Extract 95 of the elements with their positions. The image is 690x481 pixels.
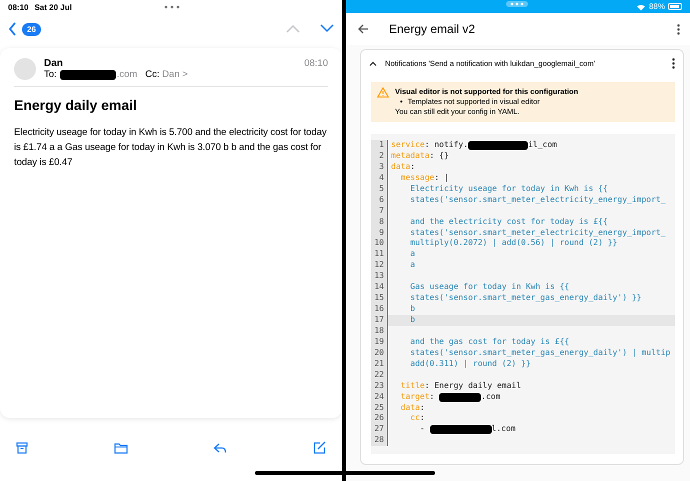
code-text: il_com <box>528 140 557 151</box>
yaml-key: data <box>391 162 410 173</box>
compose-icon[interactable] <box>312 441 326 454</box>
line-number: 4 <box>371 172 388 184</box>
line-number: 13 <box>371 271 388 282</box>
code-text: a <box>409 260 416 272</box>
redaction-mark <box>430 425 492 434</box>
code-text: - <box>418 424 426 436</box>
code-text: and the gas cost for today is £{{ <box>409 336 570 348</box>
line-number: 18 <box>371 326 388 337</box>
message-time: 08:10 <box>304 58 328 69</box>
line-number: 9 <box>371 228 388 238</box>
code-text: a <box>409 249 416 260</box>
code-text: b <box>409 304 416 316</box>
line-number: 20 <box>371 348 388 359</box>
message-body: Electricity useage for today in Kwh is 5.700 and the electricity cost for today is £1.74 a a Gas useage for today in Kwh is 3.070 b b and the gas cost for today is £0.47 <box>14 126 328 170</box>
archive-icon[interactable] <box>16 442 28 454</box>
line-number: 25 <box>371 402 388 414</box>
cc-recipient[interactable]: Dan <box>162 69 180 80</box>
more-options-icon[interactable] <box>672 58 675 68</box>
code-text: add(0.311) | round (2) }} <box>409 358 531 370</box>
line-number: 16 <box>371 304 388 315</box>
line-number: 15 <box>371 293 388 304</box>
code-text: states('sensor.smart_meter_electricity_energy_import_ <box>409 228 666 238</box>
line-number: 11 <box>371 249 388 260</box>
yaml-key: metadata <box>391 150 430 162</box>
battery-percentage: 88% <box>648 2 665 11</box>
collapse-chevron-icon[interactable] <box>369 60 377 66</box>
line-number: 5 <box>371 184 388 195</box>
line-number: 8 <box>371 216 388 228</box>
line-number: 6 <box>371 194 388 206</box>
multitasking-dots-icon[interactable] <box>509 1 525 7</box>
back-icon[interactable] <box>8 22 18 36</box>
code-text: : <box>420 402 425 414</box>
line-number: 21 <box>371 358 388 370</box>
line-number: 19 <box>371 336 388 348</box>
code-text: : <box>420 413 425 424</box>
code-text: b <box>409 315 416 326</box>
line-number: 12 <box>371 260 388 272</box>
code-text: : <box>430 392 436 403</box>
line-number: 1 <box>371 140 388 151</box>
redaction-mark <box>60 70 116 80</box>
yaml-key: title <box>391 380 425 392</box>
page-title: Energy email v2 <box>389 22 476 36</box>
back-arrow-icon[interactable] <box>358 24 369 34</box>
line-number: 22 <box>371 370 388 381</box>
wifi-icon <box>636 2 646 10</box>
yaml-key: message <box>391 172 434 184</box>
redaction-mark <box>439 392 482 402</box>
sender-name: Dan <box>44 58 64 69</box>
code-text: l.com <box>492 424 516 436</box>
code-text: states('sensor.smart_meter_gas_energy_daily') | multip <box>409 348 670 359</box>
line-number: 7 <box>371 206 388 217</box>
code-text: : notify. <box>424 140 468 151</box>
line-number: 10 <box>371 238 388 250</box>
line-number: 3 <box>371 162 388 173</box>
avatar <box>14 58 36 80</box>
line-number: 26 <box>371 413 388 424</box>
to-label: To: <box>44 69 57 80</box>
down-chevron-icon[interactable] <box>320 24 334 33</box>
line-number: 23 <box>371 380 388 392</box>
line-number: 27 <box>371 424 388 436</box>
code-text: states('sensor.smart_meter_electricity_energy_import_ <box>409 194 666 206</box>
multitasking-dots-icon[interactable] <box>164 5 180 9</box>
line-number: 24 <box>371 392 388 402</box>
code-text: and the electricity cost for today is £{{ <box>409 216 608 228</box>
code-text: .com <box>481 392 500 403</box>
code-text: Electricity useage for today in Kwh is {{ <box>409 184 608 195</box>
code-text: : {} <box>430 150 449 162</box>
code-text: : <box>410 162 416 173</box>
folder-icon[interactable] <box>114 442 128 454</box>
code-text: multiply(0.2072) | add(0.56) | round (2) }} <box>409 238 618 250</box>
status-date: Sat 20 Jul <box>34 2 72 12</box>
yaml-key: cc <box>391 413 420 424</box>
yaml-key: data <box>391 402 420 414</box>
code-text: states('sensor.smart_meter_gas_energy_daily') }} <box>409 293 642 304</box>
status-time: 08:10 <box>8 2 28 12</box>
yaml-key: target <box>391 392 430 403</box>
code-text: Gas useage for today in Kwh is {{ <box>409 282 570 294</box>
line-number: 2 <box>371 150 388 162</box>
code-text: : | <box>434 172 449 184</box>
cc-label: Cc: <box>145 69 160 80</box>
unread-count-badge: 26 <box>22 22 41 36</box>
recipient-address: .com <box>116 69 138 80</box>
more-options-icon[interactable] <box>677 24 680 34</box>
warning-icon <box>377 87 389 98</box>
message-subject: Energy daily email <box>14 97 138 113</box>
cc-chevron[interactable]: > <box>182 69 188 80</box>
line-number: 28 <box>371 435 388 446</box>
redaction-mark <box>468 140 528 150</box>
yaml-key: service <box>391 140 425 151</box>
reply-icon[interactable] <box>213 442 228 454</box>
code-text: : Energy daily email <box>424 380 522 392</box>
battery-icon <box>668 3 682 10</box>
line-number: 14 <box>371 282 388 294</box>
